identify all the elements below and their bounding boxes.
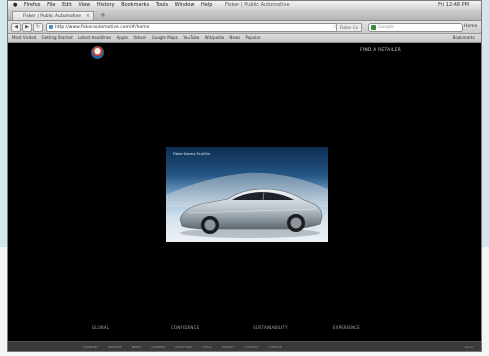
- menu-app[interactable]: Firefox: [24, 2, 41, 8]
- bookmarks-toolbar: Most Visited Getting Started Latest Head…: [8, 34, 481, 43]
- car-illustration: [166, 172, 328, 238]
- bookmark-item[interactable]: Wikipedia: [205, 34, 225, 42]
- site-favicon-icon: [49, 25, 53, 29]
- menu-bar: ● Firefox File Edit View History Bookmar…: [8, 1, 481, 10]
- hero-heading: Fisker Karma EcoChic: [173, 152, 211, 156]
- forward-icon[interactable]: ▶: [22, 23, 32, 32]
- apple-icon[interactable]: ●: [13, 2, 17, 8]
- menu-clock: Fri 12:48 PM: [438, 2, 469, 8]
- tab-title: Fisker | Public Automotive: [23, 14, 82, 19]
- menu-file[interactable]: File: [47, 2, 55, 8]
- menu-tools[interactable]: Tools: [156, 2, 168, 8]
- window-title: Fisker | Public Automotive: [225, 2, 290, 8]
- menu-edit[interactable]: Edit: [62, 2, 72, 8]
- menu-window[interactable]: Window: [175, 2, 195, 8]
- bookmark-item[interactable]: Latest Headlines: [78, 34, 111, 42]
- sub-nav: COMPANY DEALERS MEDIA CAREERS INVESTORS …: [83, 345, 291, 349]
- new-tab-icon[interactable]: +: [100, 11, 106, 19]
- bookmark-item[interactable]: Yahoo!: [133, 34, 146, 42]
- footer-nav-global[interactable]: GLOBAL: [92, 325, 109, 330]
- back-icon[interactable]: ◀: [11, 23, 21, 32]
- status-bar: COMPANY DEALERS MEDIA CAREERS INVESTORS …: [8, 341, 481, 351]
- menu-help[interactable]: Help: [201, 2, 212, 8]
- home-button[interactable]: Home: [464, 23, 477, 30]
- site-identity-button[interactable]: Fisker Co: [336, 23, 362, 32]
- bookmark-item[interactable]: Popular: [246, 34, 261, 42]
- subnav-item[interactable]: PRIVACY: [222, 345, 235, 349]
- subnav-item[interactable]: MEDIA: [132, 345, 142, 349]
- reload-icon[interactable]: ↻: [33, 23, 43, 32]
- footer-nav: GLOBAL CONFIDENCE SUSTAINABILITY EXPERIE…: [8, 325, 481, 335]
- subnav-item[interactable]: CAREERS: [151, 345, 165, 349]
- footer-nav-confidence[interactable]: CONFIDENCE: [171, 325, 199, 330]
- bookmark-item[interactable]: Most Visited: [12, 34, 36, 42]
- bookmark-item[interactable]: Google Maps: [152, 34, 178, 42]
- tab-bar: Fisker | Public Automotive × +: [8, 10, 481, 21]
- bookmark-item[interactable]: Getting Started: [42, 34, 73, 42]
- subnav-item[interactable]: INVESTORS: [175, 345, 192, 349]
- footer-nav-experience[interactable]: EXPERIENCE: [333, 325, 360, 330]
- hero-image[interactable]: Fisker Karma EcoChic: [166, 147, 328, 242]
- menu-history[interactable]: History: [97, 2, 115, 8]
- subnav-item[interactable]: COMPANY: [83, 345, 98, 349]
- footer-nav-sustainability[interactable]: SUSTAINABILITY: [253, 325, 288, 330]
- close-icon[interactable]: ×: [86, 12, 90, 21]
- search-placeholder: Google: [378, 25, 394, 30]
- fisker-logo[interactable]: [91, 46, 104, 59]
- search-input[interactable]: Google: [368, 23, 463, 32]
- bookmarks-menu-button[interactable]: Bookmarks: [453, 34, 475, 42]
- subnav-item[interactable]: CONTACT: [244, 345, 258, 349]
- bookmark-item[interactable]: News: [229, 34, 240, 42]
- menu-view[interactable]: View: [78, 2, 90, 8]
- menu-bookmarks[interactable]: Bookmarks: [121, 2, 149, 8]
- subnav-item[interactable]: SITEMAP: [269, 345, 282, 349]
- bookmark-item[interactable]: Apple: [117, 34, 128, 42]
- navigation-toolbar: ◀ ▶ ↻ http://www.fiskerautomotive.com/#/…: [8, 21, 481, 34]
- page-content: FIND A RETAILER Fisker Karma EcoChic GLO…: [8, 43, 481, 341]
- url-text: http://www.fiskerautomotive.com/#/home: [55, 25, 150, 30]
- search-engine-icon[interactable]: [371, 25, 376, 30]
- status-text: Done: [465, 345, 473, 349]
- browser-window: ● Firefox File Edit View History Bookmar…: [7, 0, 482, 352]
- subnav-item[interactable]: DEALERS: [108, 345, 122, 349]
- url-input[interactable]: http://www.fiskerautomotive.com/#/home ☆: [46, 23, 342, 32]
- subnav-item[interactable]: LEGAL: [202, 345, 212, 349]
- find-retailer-link[interactable]: FIND A RETAILER: [360, 48, 401, 53]
- bookmark-item[interactable]: YouTube: [183, 34, 199, 42]
- tab-fisker[interactable]: Fisker | Public Automotive ×: [12, 11, 94, 20]
